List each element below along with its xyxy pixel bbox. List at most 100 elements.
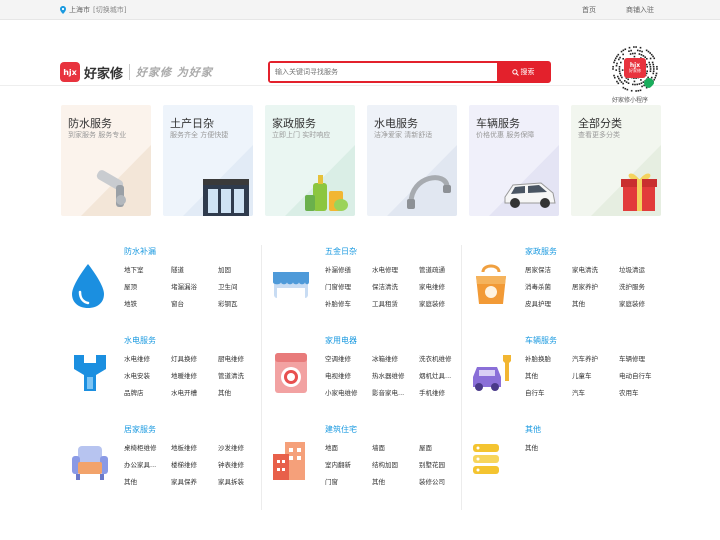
service-link[interactable]: 补胎换胎 — [525, 355, 572, 363]
service-link[interactable]: 冰箱维修 — [372, 355, 419, 363]
service-link[interactable]: 地暖维修 — [171, 372, 218, 380]
service-card-all-categories[interactable]: 全部分类 查看更多分类 — [571, 105, 661, 216]
service-link[interactable]: 电视维修 — [325, 372, 372, 380]
service-link[interactable]: 窗台 — [171, 300, 218, 308]
service-link[interactable]: 洗衣机维修 — [419, 355, 466, 363]
location-pin-icon — [60, 6, 66, 14]
service-link[interactable]: 农用车 — [619, 389, 666, 397]
category-name[interactable]: 居家服务 — [124, 424, 156, 435]
service-link[interactable]: 其他 — [218, 389, 265, 397]
service-link[interactable]: 屋面 — [419, 444, 466, 452]
service-link[interactable]: 水电维修 — [124, 355, 171, 363]
service-link[interactable]: 家电维修 — [419, 283, 466, 291]
search-input[interactable] — [270, 63, 497, 81]
service-link[interactable]: 影音家电... — [372, 389, 419, 397]
service-link[interactable]: 楼梯维修 — [171, 461, 218, 469]
service-link[interactable]: 彩钢瓦 — [218, 300, 265, 308]
service-link[interactable]: 厨电维修 — [218, 355, 265, 363]
service-link[interactable]: 隧道 — [171, 266, 218, 274]
service-link[interactable]: 其他 — [372, 478, 419, 486]
service-link[interactable]: 家电清洗 — [572, 266, 619, 274]
stack-icon — [473, 444, 499, 474]
service-link[interactable]: 加固 — [218, 266, 265, 274]
service-link[interactable]: 其他 — [525, 444, 572, 452]
service-link[interactable]: 洗护服务 — [619, 283, 666, 291]
service-link[interactable]: 保洁清洗 — [372, 283, 419, 291]
service-link[interactable]: 烟机灶具... — [419, 372, 466, 380]
service-link[interactable]: 居家养护 — [572, 283, 619, 291]
service-link[interactable]: 补胎修车 — [325, 300, 372, 308]
service-link[interactable]: 垃圾清运 — [619, 266, 666, 274]
service-link[interactable]: 室内翻新 — [325, 461, 372, 469]
service-link[interactable]: 手机维修 — [419, 389, 466, 397]
service-link[interactable]: 卫生间 — [218, 283, 265, 291]
service-link[interactable]: 水电修理 — [372, 266, 419, 274]
service-link[interactable]: 居家保洁 — [525, 266, 572, 274]
service-link[interactable]: 热水器维修 — [372, 372, 419, 380]
service-link[interactable]: 桌椅柜维修 — [124, 444, 171, 452]
service-link[interactable]: 车辆修理 — [619, 355, 666, 363]
switch-city-link[interactable]: [切换城市] — [93, 5, 126, 15]
service-link[interactable]: 堵漏漏浴 — [171, 283, 218, 291]
service-link[interactable]: 空调维修 — [325, 355, 372, 363]
service-link[interactable]: 结构加固 — [372, 461, 419, 469]
service-link[interactable]: 装修公司 — [419, 478, 466, 486]
qr-dot — [612, 65, 614, 68]
category-name[interactable]: 家政服务 — [525, 246, 557, 257]
service-link[interactable]: 其他 — [124, 478, 171, 486]
service-link[interactable]: 管道疏通 — [419, 266, 466, 274]
service-link[interactable]: 门窗修理 — [325, 283, 372, 291]
category-name[interactable]: 家用电器 — [325, 335, 357, 346]
service-link[interactable]: 电动自行车 — [619, 372, 666, 380]
service-link[interactable]: 墙面 — [372, 444, 419, 452]
category-name[interactable]: 车辆服务 — [525, 335, 557, 346]
service-link[interactable]: 汽车 — [572, 389, 619, 397]
service-link[interactable]: 钟表维修 — [218, 461, 265, 469]
service-link[interactable]: 小家电维修 — [325, 389, 372, 397]
service-link[interactable]: 别墅花园 — [419, 461, 466, 469]
service-link[interactable]: 家具保养 — [171, 478, 218, 486]
service-link[interactable]: 地板维修 — [171, 444, 218, 452]
category-name[interactable]: 防水补漏 — [124, 246, 156, 257]
category-name[interactable]: 水电服务 — [124, 335, 156, 346]
service-link[interactable]: 家庭装修 — [419, 300, 466, 308]
service-link[interactable]: 地下室 — [124, 266, 171, 274]
service-link[interactable]: 管道清洗 — [218, 372, 265, 380]
service-card-vehicle[interactable]: 车辆服务 价格优惠 服务保障 — [469, 105, 559, 216]
service-link[interactable]: 水电安装 — [124, 372, 171, 380]
category-name[interactable]: 其他 — [525, 424, 541, 435]
merchant-join-link[interactable]: 商铺入驻 — [626, 5, 654, 15]
home-link[interactable]: 首页 — [582, 5, 596, 15]
service-link[interactable]: 家庭装修 — [619, 300, 666, 308]
service-link[interactable]: 门窗 — [325, 478, 372, 486]
service-link[interactable]: 沙发维修 — [218, 444, 265, 452]
service-card-hardware[interactable]: 土产日杂 服务齐全 方便快捷 — [163, 105, 253, 216]
service-link[interactable]: 工具租赁 — [372, 300, 419, 308]
service-link[interactable]: 补漏修缮 — [325, 266, 372, 274]
service-link[interactable]: 汽车养护 — [572, 355, 619, 363]
service-link[interactable]: 儿童车 — [572, 372, 619, 380]
search-button[interactable]: 搜索 — [497, 63, 549, 81]
service-link[interactable]: 其他 — [525, 372, 572, 380]
service-link[interactable]: 办公家具... — [124, 461, 171, 469]
service-link[interactable]: 地铁 — [124, 300, 171, 308]
site-logo[interactable]: hjx 好家修 好家修 为好家 — [60, 62, 213, 82]
search-button-label: 搜索 — [520, 68, 535, 76]
service-link[interactable]: 水电开槽 — [171, 389, 218, 397]
service-link[interactable]: 其他 — [572, 300, 619, 308]
service-link[interactable]: 屋顶 — [124, 283, 171, 291]
service-card-housekeeping[interactable]: 家政服务 立即上门 实时响应 — [265, 105, 355, 216]
qr-dot — [656, 65, 658, 68]
service-link[interactable]: 皮具护理 — [525, 300, 572, 308]
service-link[interactable]: 消毒杀菌 — [525, 283, 572, 291]
service-card-waterproof[interactable]: 防水服务 到家服务 服务专业 — [61, 105, 151, 216]
service-link[interactable]: 自行车 — [525, 389, 572, 397]
location-selector[interactable]: 上海市 [切换城市] — [60, 5, 126, 15]
category-name[interactable]: 建筑住宅 — [325, 424, 357, 435]
service-link[interactable]: 灯具换修 — [171, 355, 218, 363]
service-link[interactable]: 家具拆装 — [218, 478, 265, 486]
service-link[interactable]: 地面 — [325, 444, 372, 452]
category-name[interactable]: 五金日杂 — [325, 246, 357, 257]
service-link[interactable]: 品牌店 — [124, 389, 171, 397]
service-card-plumbing[interactable]: 水电服务 洁净爱家 清新舒适 — [367, 105, 457, 216]
